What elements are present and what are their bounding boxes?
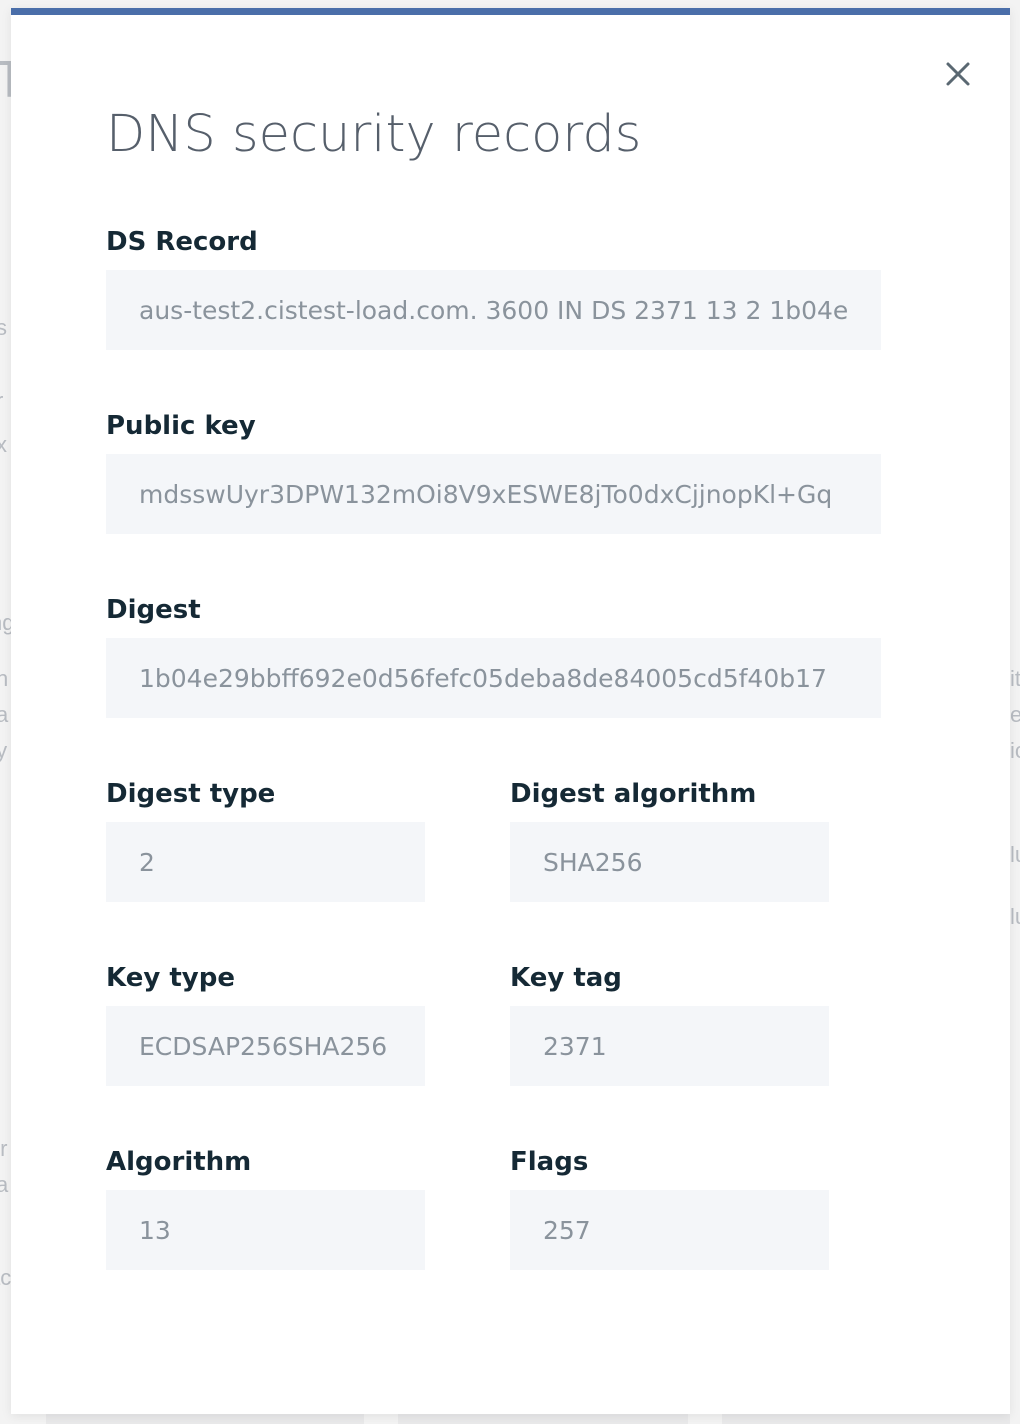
key-type-label: Key type — [106, 963, 235, 993]
background-text-fragment: ac — [0, 1265, 12, 1290]
dns-security-records-modal: DNS security records DS Record Public ke… — [11, 8, 1010, 1414]
ds-record-input[interactable] — [139, 270, 848, 350]
digest-type-input[interactable] — [139, 822, 392, 902]
close-icon — [946, 62, 970, 86]
digest-algorithm-input[interactable] — [543, 822, 796, 902]
background-text-fragment: a — [0, 702, 9, 727]
background-text-fragment: it — [1010, 666, 1020, 691]
digest-label: Digest — [106, 595, 201, 625]
public-key-input[interactable] — [139, 454, 848, 534]
background-text-fragment: ty — [0, 738, 8, 763]
background-text-fragment: r — [0, 388, 3, 414]
algorithm-input[interactable] — [139, 1190, 392, 1270]
key-tag-input[interactable] — [543, 1006, 796, 1086]
algorithm-label: Algorithm — [106, 1147, 252, 1177]
modal-title: DNS security records — [106, 105, 642, 164]
key-type-field[interactable] — [106, 1006, 425, 1086]
digest-field[interactable] — [106, 638, 881, 718]
key-tag-field[interactable] — [510, 1006, 829, 1086]
public-key-label: Public key — [106, 411, 256, 441]
public-key-field[interactable] — [106, 454, 881, 534]
key-type-input[interactable] — [139, 1006, 392, 1086]
background-text-fragment: lu — [1010, 842, 1020, 867]
ds-record-field[interactable] — [106, 270, 881, 350]
digest-type-field[interactable] — [106, 822, 425, 902]
background-text-fragment: tr — [0, 1136, 8, 1161]
background-text-fragment: e — [1010, 702, 1020, 727]
background-text-fragment: n — [0, 666, 9, 691]
algorithm-field[interactable] — [106, 1190, 425, 1270]
digest-algorithm-field[interactable] — [510, 822, 829, 902]
flags-field[interactable] — [510, 1190, 829, 1270]
background-text-fragment: a — [0, 1172, 9, 1197]
digest-algorithm-label: Digest algorithm — [510, 779, 757, 809]
ds-record-label: DS Record — [106, 227, 258, 257]
flags-label: Flags — [510, 1147, 589, 1177]
background-text-fragment: lu — [1010, 904, 1020, 929]
digest-input[interactable] — [139, 638, 848, 718]
background-text-fragment: s — [0, 315, 7, 340]
flags-input[interactable] — [543, 1190, 796, 1270]
close-button[interactable] — [941, 57, 975, 91]
background-text-fragment: ic — [1010, 738, 1020, 763]
key-tag-label: Key tag — [510, 963, 622, 993]
background-text-fragment: x — [0, 432, 7, 457]
digest-type-label: Digest type — [106, 779, 276, 809]
